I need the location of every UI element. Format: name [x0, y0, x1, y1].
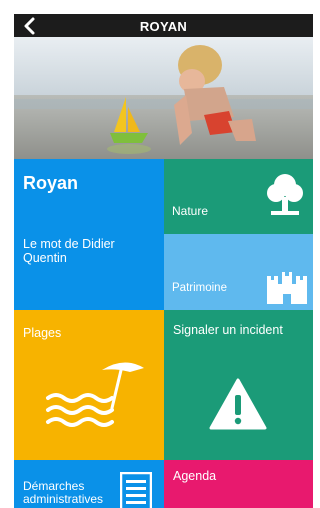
tile-plages-label: Plages — [23, 326, 62, 340]
tile-patrimoine[interactable]: Patrimoine — [164, 234, 313, 310]
tile-agenda[interactable]: Agenda — [164, 460, 313, 508]
app-frame: ROYAN Royan Le mot de Didier Quentin Nat… — [14, 14, 313, 508]
document-icon — [119, 471, 153, 508]
tile-demarches[interactable]: Démarches administratives — [14, 460, 164, 508]
tree-icon — [267, 171, 303, 224]
tile-agenda-label: Agenda — [173, 469, 217, 483]
tile-demarches-label: Démarches administratives — [23, 479, 104, 506]
tile-nature-label: Nature — [172, 204, 209, 218]
tile-nature[interactable]: Nature — [164, 159, 313, 234]
tile-incident-label: Signaler un incident — [173, 323, 283, 337]
tile-royan-subtitle: Le mot de Didier Quentin — [23, 237, 115, 265]
tile-royan[interactable]: Royan Le mot de Didier Quentin — [14, 159, 164, 310]
hero-image — [14, 37, 313, 159]
tile-patrimoine-label: Patrimoine — [172, 282, 227, 294]
warning-icon — [209, 378, 267, 435]
page-title: ROYAN — [139, 19, 188, 34]
top-bar: ROYAN — [14, 14, 313, 37]
beach-umbrella-icon — [44, 356, 144, 441]
castle-icon — [267, 270, 307, 309]
tile-plages[interactable]: Plages — [14, 310, 164, 460]
tile-royan-title: Royan — [23, 173, 79, 193]
tile-incident[interactable]: Signaler un incident — [164, 310, 313, 460]
